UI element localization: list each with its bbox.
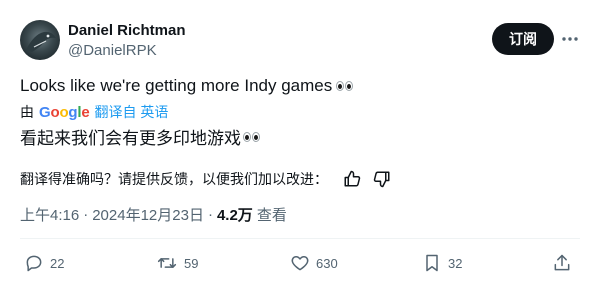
eye-left	[336, 81, 345, 91]
share-icon	[554, 254, 570, 271]
heart-icon	[291, 256, 309, 271]
reply-count: 22	[50, 255, 65, 271]
tweet: Daniel Richtman @DanielRPK 订阅 Looks like…	[0, 0, 600, 284]
tweet-time[interactable]: 上午4:16	[20, 204, 79, 225]
divider	[20, 238, 580, 239]
like-button[interactable]: 630	[290, 250, 338, 276]
thumbs-down-button[interactable]	[372, 169, 392, 189]
eye-right	[252, 131, 260, 142]
more-button[interactable]	[558, 27, 582, 51]
thumbs-up-button[interactable]	[342, 169, 362, 189]
tweet-date[interactable]: 2024年12月23日	[92, 204, 204, 225]
display-name[interactable]: Daniel Richtman	[68, 22, 186, 39]
google-logo: Google	[39, 103, 90, 121]
tweet-meta: 上午4:16 · 2024年12月23日 · 4.2万 查看	[20, 204, 287, 225]
tweet-text-content: Looks like we're getting more Indy games	[20, 76, 333, 95]
views-count[interactable]: 4.2万	[217, 204, 253, 225]
retweet-icon	[157, 258, 177, 268]
bookmark-button[interactable]: 32	[422, 250, 462, 276]
eyes-emoji	[243, 131, 260, 142]
eyes-emoji	[336, 81, 354, 91]
feedback-prompt: 翻译得准确吗？请提供反馈，以便我们加以改进：	[20, 171, 328, 187]
thumbs-down-icon	[373, 171, 390, 188]
translated-from-link[interactable]: 翻译自 英语	[95, 102, 169, 122]
retweet-button[interactable]: 59	[156, 250, 198, 276]
eye-left	[243, 131, 251, 142]
bookmark-icon	[426, 254, 438, 272]
by-label: 由	[20, 104, 34, 120]
reply-icon	[26, 255, 42, 272]
subscribe-button[interactable]: 订阅	[492, 23, 554, 55]
translation-feedback: 翻译得准确吗？请提供反馈，以便我们加以改进：	[20, 169, 392, 189]
action-bar: 22 59 630 32	[20, 250, 580, 276]
eye-right	[345, 81, 354, 91]
retweet-count: 59	[184, 255, 199, 271]
tweet-text: Looks like we're getting more Indy games	[20, 76, 354, 96]
shark-avatar-icon	[26, 31, 56, 52]
handle[interactable]: @DanielRPK	[68, 42, 157, 59]
meta-separator: ·	[207, 206, 213, 223]
views-label[interactable]: 查看	[257, 204, 287, 225]
like-count: 630	[316, 255, 338, 271]
translation-attribution: 由 Google 翻译自 英语	[20, 102, 168, 122]
meta-separator: ·	[83, 206, 89, 223]
translated-text: 看起来我们会有更多印地游戏	[20, 124, 260, 149]
reply-button[interactable]: 22	[24, 250, 64, 276]
avatar[interactable]	[20, 20, 60, 60]
thumbs-up-icon	[344, 170, 361, 187]
share-button[interactable]	[552, 250, 572, 276]
more-icon	[562, 37, 578, 41]
bookmark-count: 32	[448, 255, 463, 271]
translated-text-content: 看起来我们会有更多印地游戏	[20, 129, 241, 148]
